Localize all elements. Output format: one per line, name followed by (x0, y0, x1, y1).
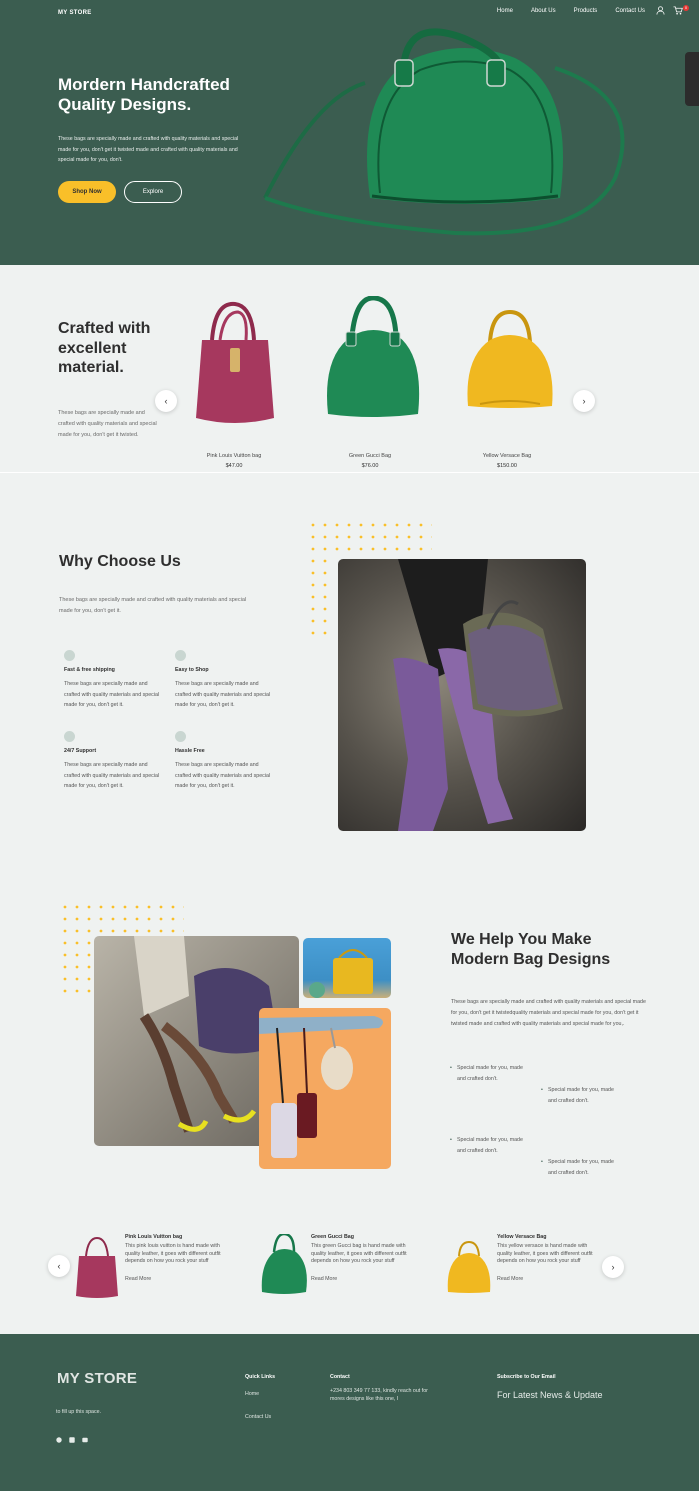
hanging-bags-photo (259, 1008, 391, 1169)
blog-card: Green Gucci Bag This green Gucci bag is … (311, 1234, 415, 1282)
header-icons: 0 (656, 5, 689, 15)
product-price: $76.00 (361, 463, 379, 469)
bag-icon (175, 650, 186, 661)
github-icon[interactable] (56, 1437, 62, 1443)
blog-card-title: Pink Louis Vuitton bag (125, 1234, 183, 1240)
hero-description: These bags are specially made and crafte… (58, 136, 239, 163)
hero-green-bag-image (263, 28, 625, 236)
hero-section: MY STORE Home About Us Products Contact … (0, 0, 699, 265)
chevron-right-icon: › (582, 396, 586, 406)
feature-title: Hassle Free (175, 748, 205, 754)
blog-card: Pink Louis Vuitton bag This pink louis v… (125, 1234, 229, 1282)
product-name: Pink Louis Vuitton bag (206, 453, 262, 459)
products-next-button[interactable]: › (573, 390, 595, 412)
feature-text: These bags are specially made and crafte… (175, 681, 271, 708)
contact-title: Contact (330, 1374, 350, 1380)
footer: MY STORE to fill up this space. Quick Li… (0, 1334, 699, 1491)
footer-link-home[interactable]: Home (245, 1391, 259, 1397)
blog-card-text: This green Gucci bag is hand made with q… (311, 1243, 407, 1264)
section-divider (0, 472, 699, 473)
cart-count-badge: 0 (683, 5, 689, 11)
product-price: $47.00 (225, 463, 243, 469)
help-bullet: Special made for you, made and crafted d… (541, 1157, 621, 1179)
nav-about-us[interactable]: About Us (531, 8, 556, 14)
social-icons (56, 1437, 88, 1443)
product-name: Yellow Versace Bag (482, 453, 532, 459)
green-bag-thumbnail (261, 1234, 307, 1294)
footer-logo[interactable]: MY STORE (57, 1370, 137, 1387)
subscribe-title: Subscribe to Our Email (497, 1374, 556, 1380)
nav-contact-us[interactable]: Contact Us (615, 8, 645, 14)
product-price: $150.00 (497, 463, 517, 469)
nav-products[interactable]: Products (574, 8, 598, 14)
yellow-bag-image[interactable] (460, 308, 560, 410)
nav-home[interactable]: Home (497, 8, 513, 14)
explore-button[interactable]: Explore (124, 181, 182, 203)
feature-easy-to-shop: Easy to Shop These bags are specially ma… (175, 650, 275, 711)
main-nav: Home About Us Products Contact Us (497, 8, 645, 14)
products-prev-button[interactable]: ‹ (155, 390, 177, 412)
feature-text: These bags are specially made and crafte… (64, 762, 160, 789)
cart-icon[interactable] (673, 6, 683, 15)
product-name: Green Gucci Bag (348, 453, 392, 459)
feature-support: 24/7 Support These bags are specially ma… (64, 731, 164, 792)
subscribe-text: For Latest News & Update (497, 1390, 603, 1400)
blog-card-title: Yellow Versace Bag (497, 1234, 547, 1240)
woman-with-bag-photo (338, 559, 586, 831)
footer-tagline: to fill up this space. (56, 1409, 102, 1415)
blog-card: Yellow Versace Bag This yellow versace i… (497, 1234, 601, 1282)
help-bullet: Special made for you, made and crafted d… (541, 1085, 621, 1107)
shop-now-button[interactable]: Shop Now (58, 181, 116, 203)
hero-title: Mordern Handcrafted Quality Designs. (58, 75, 230, 114)
chevron-right-icon: › (611, 1262, 615, 1272)
pink-bag-thumbnail (76, 1236, 118, 1298)
blog-next-button[interactable]: › (602, 1256, 624, 1278)
feature-title: Easy to Shop (175, 667, 209, 673)
feature-text: These bags are specially made and crafte… (175, 762, 271, 789)
chevron-left-icon: ‹ (57, 1261, 61, 1271)
read-more-link[interactable]: Read More (125, 1276, 229, 1282)
header-logo[interactable]: MY STORE (58, 10, 92, 16)
products-section-description: These bags are specially made and crafte… (58, 410, 157, 438)
products-section-title: Crafted with excellent material. (58, 320, 151, 376)
yellow-bag-thumbnail (447, 1240, 491, 1293)
read-more-link[interactable]: Read More (497, 1276, 601, 1282)
help-bullet: Special made for you, made and crafted d… (450, 1135, 530, 1157)
user-icon[interactable] (656, 6, 665, 15)
blog-card-title: Green Gucci Bag (311, 1234, 354, 1240)
why-choose-us-title: Why Choose Us (59, 553, 181, 570)
read-more-link[interactable]: Read More (311, 1276, 415, 1282)
edge-thumbnail (685, 52, 699, 106)
return-icon (175, 731, 186, 742)
chevron-left-icon: ‹ (164, 396, 168, 406)
blog-prev-button[interactable]: ‹ (48, 1255, 70, 1277)
feature-title: 24/7 Support (64, 748, 97, 754)
truck-icon (64, 650, 75, 661)
help-bullet: Special made for you, made and crafted d… (450, 1063, 530, 1085)
support-icon (64, 731, 75, 742)
feature-hassle-free: Hassle Free These bags are specially mad… (175, 731, 275, 792)
blog-card-text: This pink louis vuitton is hand made wit… (125, 1243, 221, 1264)
feature-title: Fast & free shipping (64, 667, 115, 673)
contact-text: +234 803 349 77 133, kindly reach out fo… (330, 1388, 428, 1402)
feature-text: These bags are specially made and crafte… (64, 681, 160, 708)
yellow-bag-photo (303, 938, 391, 998)
linkedin-icon[interactable] (69, 1437, 75, 1443)
youtube-icon[interactable] (82, 1437, 88, 1443)
help-section-title: We Help You Make Modern Bag Designs (451, 931, 611, 968)
help-section-description: These bags are specially made and crafte… (451, 999, 646, 1027)
pink-bag-image[interactable] (190, 300, 280, 430)
blog-card-text: This yellow versace is hand made with qu… (497, 1243, 593, 1264)
quick-links-title: Quick Links (245, 1374, 276, 1380)
footer-link-contact-us[interactable]: Contact Us (245, 1414, 271, 1420)
why-choose-us-description: These bags are specially made and crafte… (59, 597, 247, 614)
feature-fast-shipping: Fast & free shipping These bags are spec… (64, 650, 164, 711)
green-bag-image[interactable] (320, 296, 425, 421)
